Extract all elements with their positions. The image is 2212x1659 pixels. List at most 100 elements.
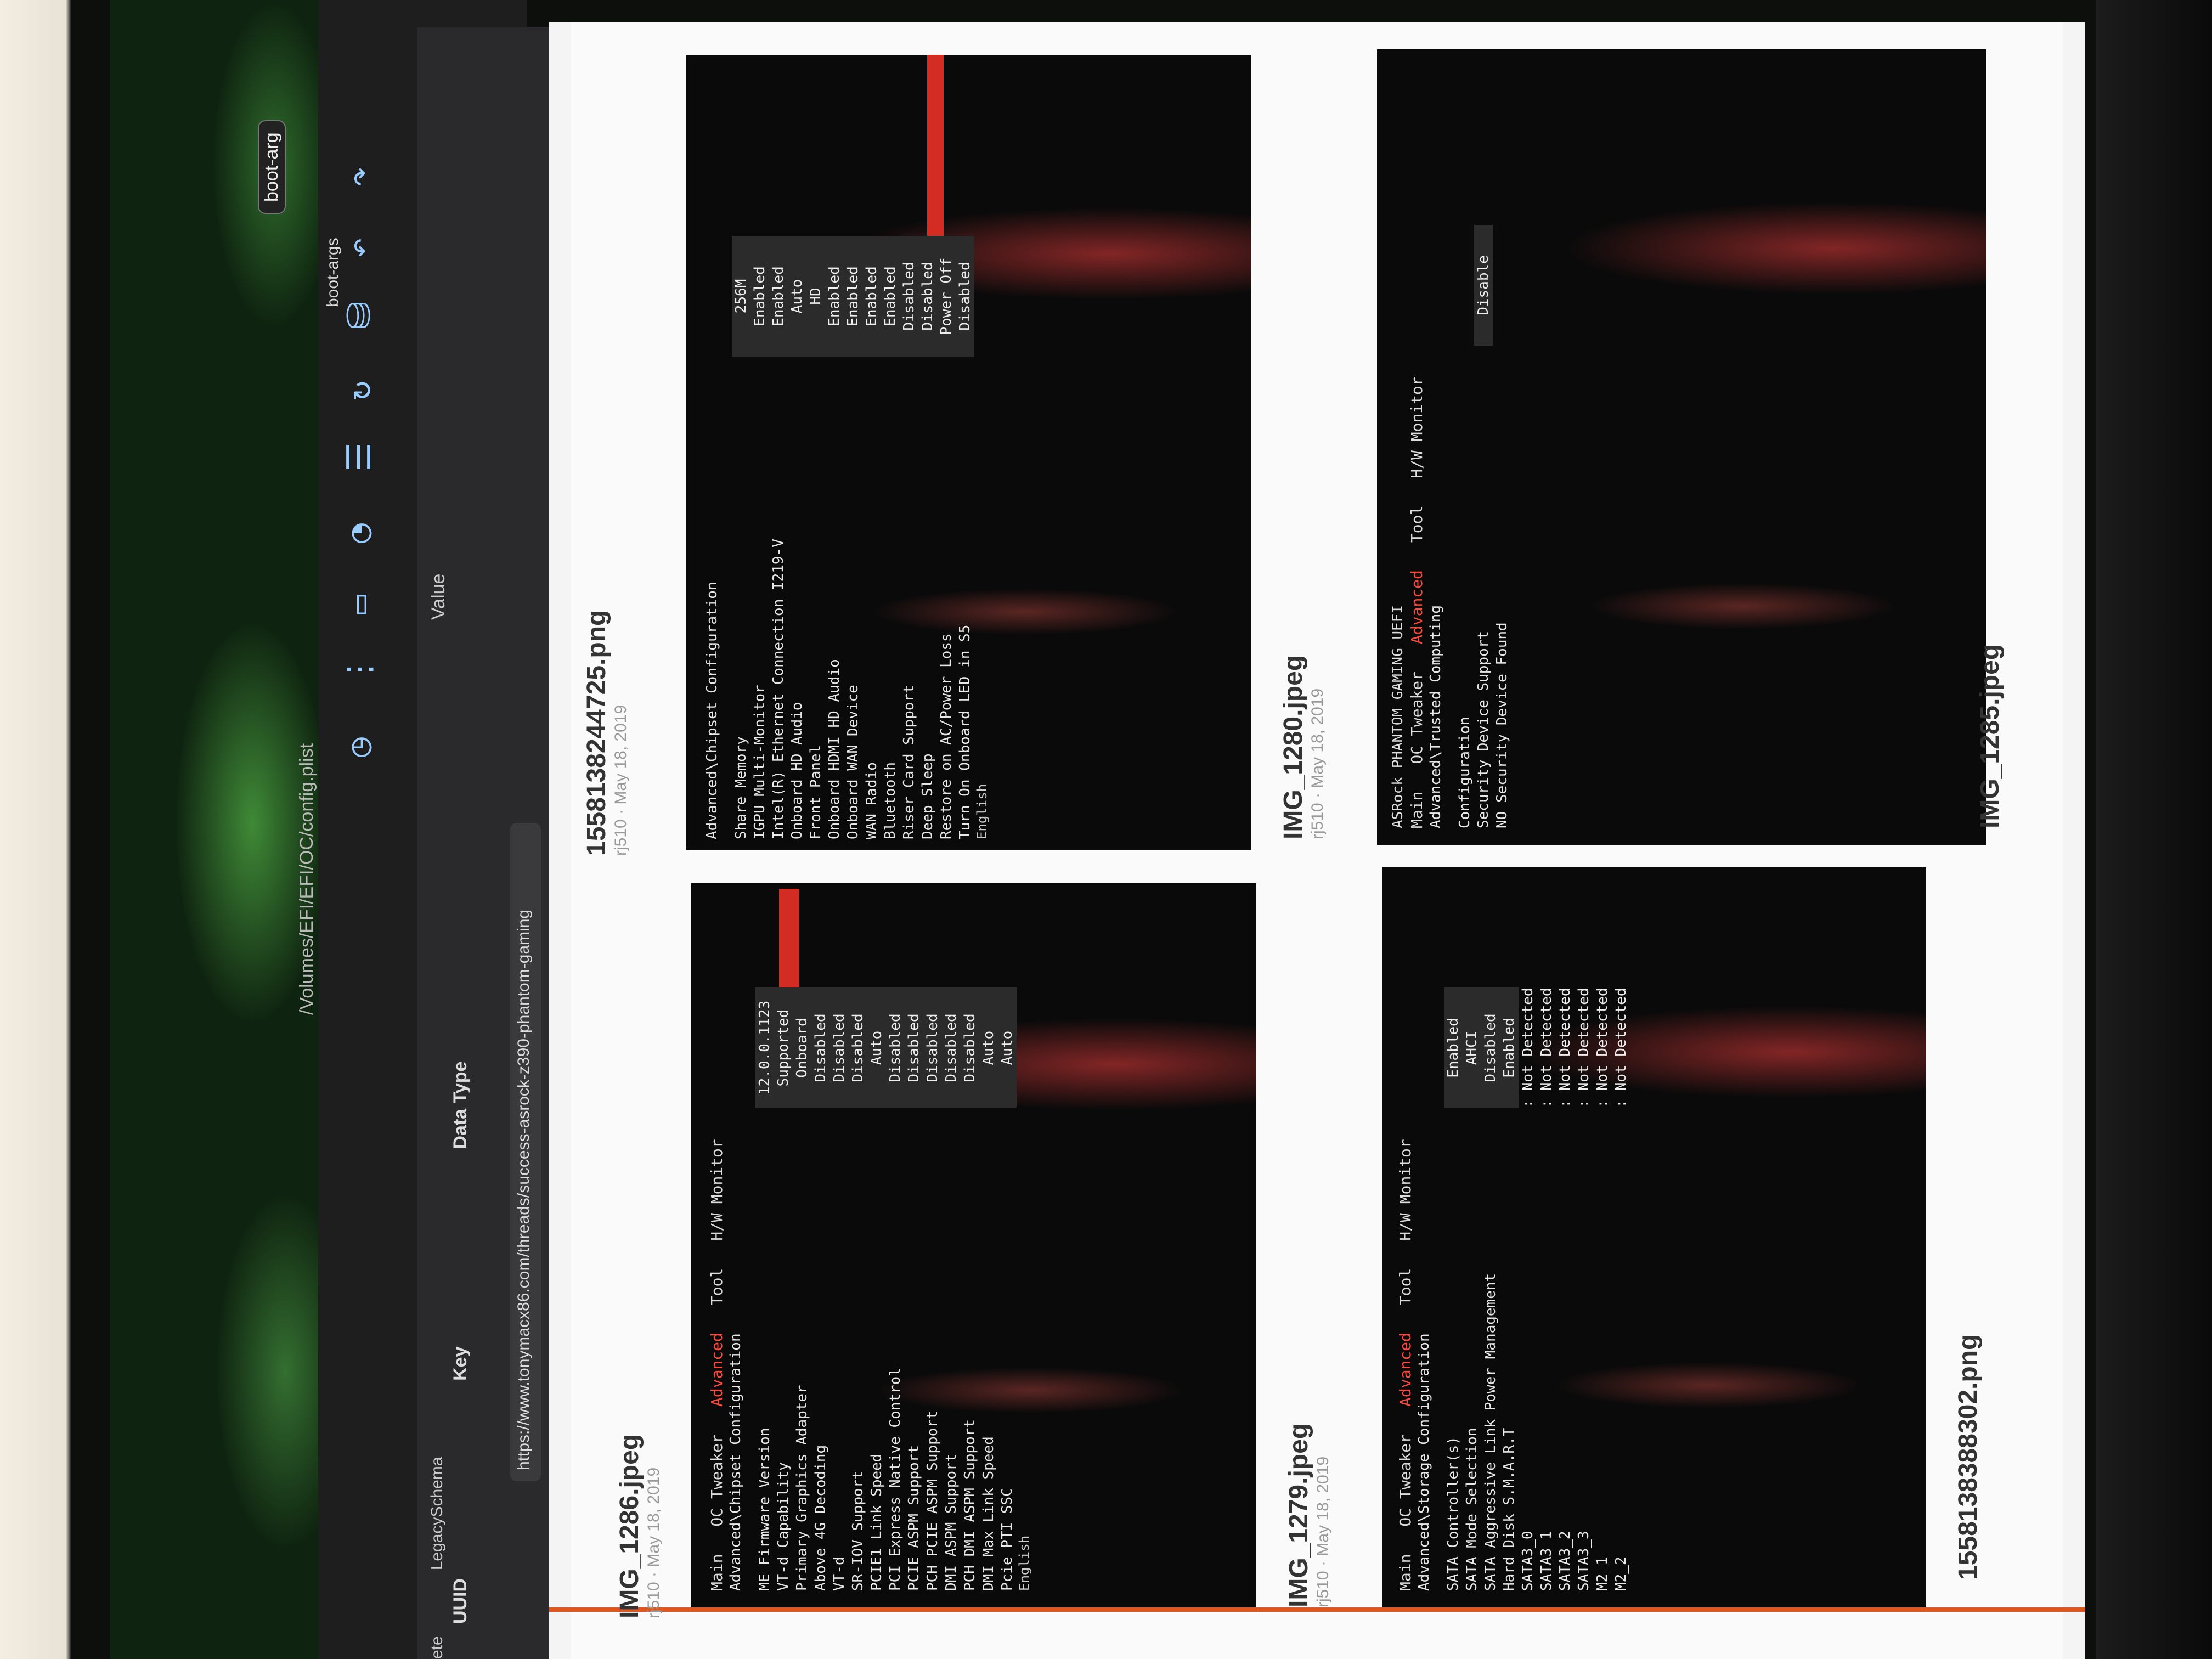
bios-setting-row: SATA3_2: Not Detected	[1556, 988, 1575, 1591]
bios-setting-value: Onboard	[793, 988, 811, 1108]
bios-setting-value: Enabled	[1500, 988, 1519, 1108]
database-icon[interactable]: ⛁	[340, 291, 379, 329]
bios-setting-name: PCI Express Native Control	[887, 1368, 904, 1591]
bios-setting-name: M2_1	[1594, 1556, 1611, 1591]
card-title[interactable]: IMG_1285.jpeg	[1975, 644, 2005, 828]
bios-setting-name: SATA Controller(s)	[1445, 1436, 1462, 1591]
tab-hw-monitor: H/W Monitor	[708, 1139, 726, 1241]
tab-advanced: Advanced	[1396, 1333, 1414, 1407]
tab-tool: Tool	[1396, 1268, 1414, 1306]
bios-brand: ASRock PHANTOM GAMING UEFI	[1390, 605, 1406, 828]
bios-setting-value	[1455, 225, 1474, 346]
bios-setting-value: Enabled	[1444, 988, 1463, 1108]
bios-setting-row: Restore on AC/Power Loss Power Off	[937, 236, 956, 839]
card-title[interactable]: IMG_1279.jpeg	[1284, 1423, 1314, 1607]
bios-setting-name: PCIE ASPM Support	[906, 1444, 922, 1591]
bios-setting-name: Share Memory	[733, 736, 749, 839]
bios-setting-value: HD	[806, 236, 825, 357]
file-path: /Volumes/EFI/EFI/OC/config.plist	[296, 743, 317, 1015]
bios-path: Advanced\Storage Configuration	[1416, 1333, 1432, 1591]
bios-setting-row: Onboard HDMI HD Audio Enabled	[825, 236, 844, 839]
label-legacyschema: LegacySchema	[428, 1457, 446, 1571]
boot-arg-tag[interactable]: boot-arg	[258, 120, 286, 214]
card-title[interactable]: IMG_1286.jpeg	[614, 1434, 645, 1618]
bios-setting-row: SR-IOV Support Disabled	[849, 988, 867, 1591]
bios-setting-name: Onboard HDMI HD Audio	[826, 659, 843, 839]
card-meta: rj510 · May 18, 2019	[612, 704, 630, 856]
list-icon[interactable]: ☰	[340, 433, 379, 472]
card-title[interactable]: 1558138388302.png	[1953, 1334, 1983, 1580]
clock-icon[interactable]: ◔	[340, 505, 379, 543]
bios-setting-row: WAN Radio Enabled	[862, 236, 881, 839]
page-accent-line	[549, 1607, 2085, 1612]
bios-setting-row: PCI Express Native Control Disabled	[886, 988, 905, 1591]
toolbar-icons: ◷ ⋮ ▭ ◔ ☰ ↻ ⛁ ↶ ↷	[340, 148, 379, 757]
bios-setting-value: Disabled	[961, 988, 979, 1108]
grid-icon[interactable]: ⋮	[340, 647, 379, 686]
bios-setting-name: Intel(R) Ethernet Connection I219-V	[770, 539, 787, 839]
bios-setting-name: Deep Sleep	[919, 753, 936, 839]
redo-icon[interactable]: ↷	[340, 148, 379, 187]
bios-setting-value: : Not Detected	[1594, 988, 1611, 1108]
undo-icon[interactable]: ↶	[340, 219, 379, 258]
refresh-icon[interactable]: ↻	[340, 362, 379, 400]
bios-setting-row: PCIE1 Link Speed Auto	[867, 988, 886, 1591]
bios-setting-value: Supported	[774, 988, 793, 1108]
monitor-bezel	[2096, 0, 2212, 1659]
bios-setting-row: Intel(R) Ethernet Connection I219-V Enabl…	[769, 236, 788, 839]
history-icon[interactable]: ◷	[340, 719, 379, 757]
bios-setting-value: Disabled	[811, 988, 830, 1108]
tab-oc-tweaker: OC Tweaker	[1396, 1434, 1414, 1527]
tab-oc-tweaker: OC Tweaker	[708, 1434, 726, 1527]
bios-setting-row: SATA3_0: Not Detected	[1519, 988, 1537, 1591]
bios-setting-row: SATA3_1: Not Detected	[1537, 988, 1556, 1591]
tab-oc-tweaker: OC Tweaker	[1408, 671, 1426, 764]
bios-setting-row: SATA Mode Selection AHCI	[1463, 988, 1481, 1591]
bios-text-1279: Main OC Tweaker Advanced Tool H/W Monito…	[1396, 988, 1630, 1591]
bios-text-1558138244725: Advanced\Chipset Configuration Share Mem…	[702, 236, 990, 839]
card-title[interactable]: 1558138244725.png	[582, 610, 612, 856]
bios-setting-row: SATA Aggressive Link Power Management Dis…	[1481, 988, 1500, 1591]
url-bar[interactable]: https://www.tonymacx86.com/threads/succe…	[510, 823, 541, 1481]
bios-setting-value: Disabled	[923, 988, 942, 1108]
bios-setting-row: Security Device Support Disable	[1474, 225, 1493, 828]
bios-setting-value: Disabled	[1481, 988, 1500, 1108]
bios-path: Advanced\Trusted Computing	[1427, 605, 1444, 828]
left-labels: ete LegacySchema	[428, 1457, 447, 1659]
bios-setting-row: PCH PCIE ASPM Support Disabled	[923, 988, 942, 1591]
bios-setting-name: Primary Graphics Adapter	[794, 1385, 810, 1591]
col-datatype[interactable]: Data Type	[450, 1062, 471, 1149]
bios-setting-row: Share Memory 256M	[732, 236, 751, 839]
bios-setting-value: Disabled	[886, 988, 905, 1108]
col-uuid[interactable]: UUID	[450, 1578, 471, 1624]
bios-setting-value: Disabled	[905, 988, 923, 1108]
bios-setting-name: Restore on AC/Power Loss	[938, 633, 955, 839]
bios-setting-value: Enabled	[825, 236, 844, 357]
card-title[interactable]: IMG_1280.jpeg	[1278, 655, 1308, 839]
bios-setting-name: SATA3_2	[1557, 1531, 1573, 1591]
tab-main: Main	[1396, 1554, 1414, 1591]
bios-setting-row: Bluetooth Enabled	[881, 236, 900, 839]
bios-setting-name: VT-d Capability	[775, 1462, 792, 1591]
bios-setting-row: PCH DMI ASPM Support Disabled	[961, 988, 979, 1591]
bios-setting-row: ME Firmware Version 12.0.0.1123	[755, 988, 774, 1591]
bios-setting-row: SATA Controller(s) Enabled	[1444, 988, 1463, 1591]
window-icon[interactable]: ▭	[340, 576, 379, 614]
bios-setting-name: SATA3_1	[1538, 1531, 1555, 1591]
bios-setting-value: Auto	[979, 988, 998, 1108]
col-key[interactable]: Key	[450, 1347, 471, 1381]
tab-hw-monitor: H/W Monitor	[1408, 376, 1426, 478]
bios-setting-value: Enabled	[751, 236, 769, 357]
bios-setting-name: PCIE1 Link Speed	[868, 1453, 885, 1591]
bios-setting-value: Auto	[867, 988, 886, 1108]
bios-setting-name: PCH DMI ASPM Support	[962, 1419, 978, 1591]
card-meta: rj510 · May 18, 2019	[1314, 1456, 1332, 1607]
bios-setting-name: NO Security Device Found	[1494, 622, 1510, 828]
tab-advanced: Advanced	[1408, 570, 1426, 644]
bios-setting-value: Disable	[1474, 225, 1493, 346]
bios-setting-name: SATA3_3	[1576, 1531, 1592, 1591]
value-column-header: Value	[428, 573, 449, 620]
bios-setting-value: AHCI	[1463, 988, 1481, 1108]
bios-setting-name: Front Panel	[808, 744, 824, 839]
photo-scene: /Volumes/EFI/EFI/OC/config.plist Value b…	[0, 0, 2212, 1659]
